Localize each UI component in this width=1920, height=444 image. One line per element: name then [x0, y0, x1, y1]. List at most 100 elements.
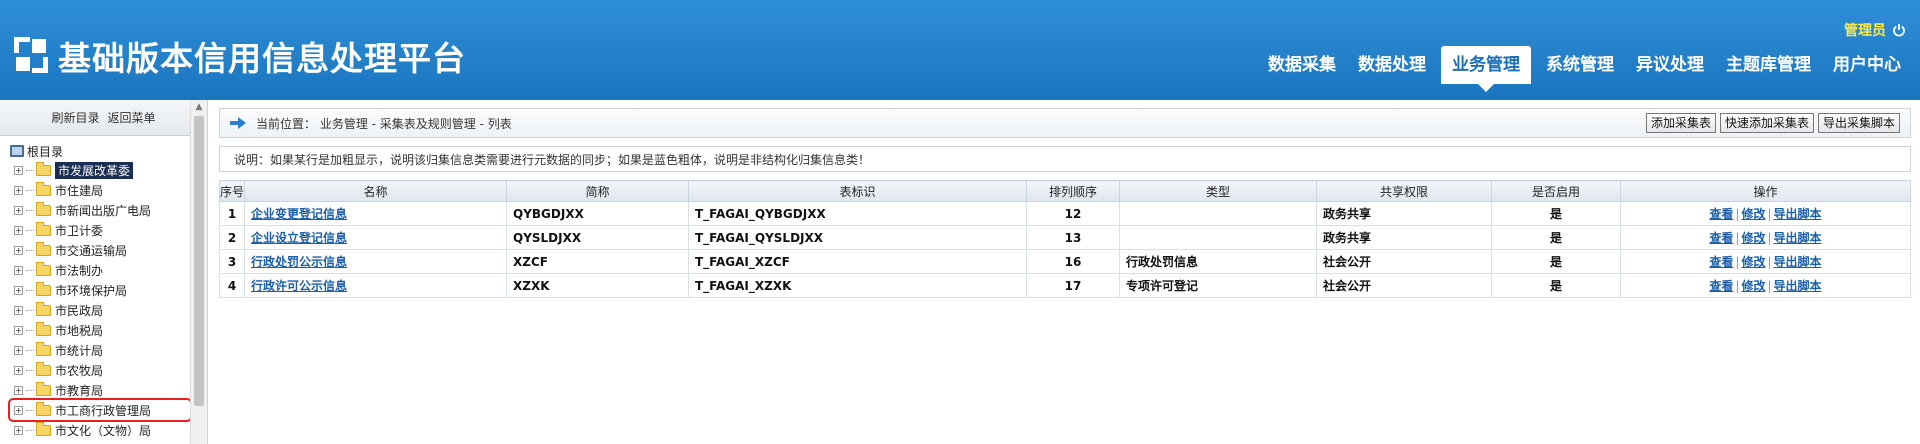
expand-icon[interactable]: +	[14, 425, 23, 435]
row-actions: 查看 | 修改 | 导出脚本	[1620, 225, 1911, 250]
edit-link[interactable]: 修改	[1741, 231, 1765, 245]
export-script-link[interactable]: 导出脚本	[1774, 255, 1822, 269]
row-actions: 查看 | 修改 | 导出脚本	[1620, 273, 1911, 298]
tree-root[interactable]: 根目录	[10, 142, 207, 160]
row-short-name: QYSLDJXX	[506, 225, 689, 250]
breadcrumb-text: 当前位置： 业务管理 - 采集表及规则管理 - 列表	[256, 116, 512, 131]
row-number: 2	[219, 225, 245, 250]
scroll-up-icon[interactable]: ▲	[191, 100, 207, 114]
expand-icon[interactable]: +	[14, 385, 23, 395]
export-script-link[interactable]: 导出脚本	[1774, 207, 1822, 221]
scroll-thumb[interactable]	[194, 116, 204, 406]
tree-item-label: 市工商行政管理局	[55, 403, 152, 418]
add-collection-table-button[interactable]: 添加采集表	[1645, 113, 1716, 133]
note-text: 说明：如果某行是加粗显示，说明该归集信息类需要进行元数据的同步；如果是蓝色粗体，…	[234, 152, 871, 167]
nav-item-objection-handling[interactable]: 异议处理	[1625, 46, 1715, 84]
row-actions: 查看 | 修改 | 导出脚本	[1620, 201, 1911, 226]
power-icon[interactable]	[1892, 23, 1906, 37]
tree-item[interactable]: + 市民政局	[10, 300, 207, 320]
row-share: 社会公开	[1316, 249, 1492, 274]
folder-icon	[36, 341, 51, 356]
tree-item[interactable]: + 市统计局	[10, 340, 207, 360]
expand-icon[interactable]: +	[14, 205, 23, 215]
folder-icon	[36, 361, 51, 376]
edit-link[interactable]: 修改	[1741, 255, 1765, 269]
logo-icon	[14, 37, 52, 75]
row-number: 1	[219, 201, 245, 226]
nav-item-data-collection[interactable]: 数据采集	[1257, 46, 1347, 84]
column-header: 是否启用	[1491, 180, 1621, 202]
tree-item-label: 市民政局	[55, 303, 104, 318]
expand-icon[interactable]: +	[14, 245, 23, 255]
tree-item-label: 市环境保护局	[55, 283, 128, 298]
tree-item-label: 市交通运输局	[55, 243, 128, 258]
tree-item[interactable]: + 市卫计委	[10, 220, 207, 240]
tree-item[interactable]: + 市农牧局	[10, 360, 207, 380]
row-name-link[interactable]: 企业变更登记信息	[251, 207, 347, 221]
table-row: 4 行政许可公示信息 XZXK T_FAGAI_XZXK 17 专项许可登记 社…	[219, 273, 1911, 298]
expand-icon[interactable]: +	[14, 285, 23, 295]
note-bar: 说明：如果某行是加粗显示，说明该归集信息类需要进行元数据的同步；如果是蓝色粗体，…	[219, 146, 1911, 172]
expand-icon[interactable]: +	[14, 345, 23, 355]
user-name[interactable]: 管理员	[1844, 20, 1886, 40]
tree-item[interactable]: + 市新闻出版广电局	[10, 200, 207, 220]
column-header: 序号	[219, 180, 245, 202]
expand-icon[interactable]: +	[14, 265, 23, 275]
row-table-id: T_FAGAI_QYBGDJXX	[688, 201, 1027, 226]
tree-item-label: 市地税局	[55, 323, 104, 338]
back-menu-link[interactable]: 返回菜单	[108, 109, 156, 126]
export-script-link[interactable]: 导出脚本	[1774, 231, 1822, 245]
folder-icon	[36, 401, 51, 416]
tree-item[interactable]: + 市教育局	[10, 380, 207, 400]
refresh-tree-link[interactable]: 刷新目录	[51, 109, 99, 126]
tree-item[interactable]: + 市交通运输局	[10, 240, 207, 260]
edit-link[interactable]: 修改	[1741, 279, 1765, 293]
folder-icon	[36, 421, 51, 436]
expand-icon[interactable]: +	[14, 365, 23, 375]
tree-item[interactable]: + 市工商行政管理局	[8, 398, 192, 422]
nav-item-business-management[interactable]: 业务管理	[1441, 46, 1531, 92]
folder-icon	[36, 201, 51, 216]
view-link[interactable]: 查看	[1709, 255, 1733, 269]
expand-icon[interactable]: +	[14, 305, 23, 315]
expand-icon[interactable]: +	[14, 185, 23, 195]
expand-icon[interactable]: +	[14, 325, 23, 335]
folder-icon	[36, 221, 51, 236]
expand-icon[interactable]: +	[14, 405, 23, 415]
row-name-link[interactable]: 企业设立登记信息	[251, 231, 347, 245]
expand-icon[interactable]: +	[14, 165, 23, 175]
tree-item[interactable]: + 市文化（文物）局	[10, 420, 207, 440]
view-link[interactable]: 查看	[1709, 207, 1733, 221]
export-collection-script-button[interactable]: 导出采集脚本	[1817, 113, 1900, 133]
column-header: 简称	[506, 180, 689, 202]
tree-item[interactable]: + 市住建局	[10, 180, 207, 200]
folder-icon	[36, 261, 51, 276]
nav-item-data-processing[interactable]: 数据处理	[1347, 46, 1437, 84]
row-name-link[interactable]: 行政处罚公示信息	[251, 255, 347, 269]
edit-link[interactable]: 修改	[1741, 207, 1765, 221]
nav-item-topic-library[interactable]: 主题库管理	[1715, 46, 1822, 84]
tree-item[interactable]: + 市环境保护局	[10, 280, 207, 300]
sidebar-scrollbar[interactable]: ▲	[190, 100, 207, 444]
expand-icon[interactable]: +	[14, 225, 23, 235]
folder-icon	[36, 161, 51, 176]
tree-item[interactable]: + 市发展改革委	[10, 160, 207, 180]
quick-add-collection-table-button[interactable]: 快速添加采集表	[1719, 113, 1814, 133]
row-table-id: T_FAGAI_QYSLDJXX	[688, 225, 1027, 250]
tree-item[interactable]: + 市地税局	[10, 320, 207, 340]
tree-item[interactable]: + 市法制办	[10, 260, 207, 280]
view-link[interactable]: 查看	[1709, 279, 1733, 293]
nav-item-user-center[interactable]: 用户中心	[1822, 46, 1912, 84]
view-link[interactable]: 查看	[1709, 231, 1733, 245]
row-name-link[interactable]: 行政许可公示信息	[251, 279, 347, 293]
row-enabled: 是	[1491, 201, 1621, 226]
column-header: 排列顺序	[1026, 180, 1120, 202]
export-script-link[interactable]: 导出脚本	[1774, 279, 1822, 293]
row-short-name: XZCF	[506, 249, 689, 274]
arrow-right-icon	[230, 117, 246, 129]
main-nav: 数据采集 数据处理 业务管理 系统管理 异议处理 主题库管理 用户中心	[1257, 46, 1912, 92]
row-number: 3	[219, 249, 245, 274]
tree-item-label: 市统计局	[55, 343, 104, 358]
nav-item-system-management[interactable]: 系统管理	[1535, 46, 1625, 84]
table-row: 2 企业设立登记信息 QYSLDJXX T_FAGAI_QYSLDJXX 13 …	[219, 225, 1911, 250]
